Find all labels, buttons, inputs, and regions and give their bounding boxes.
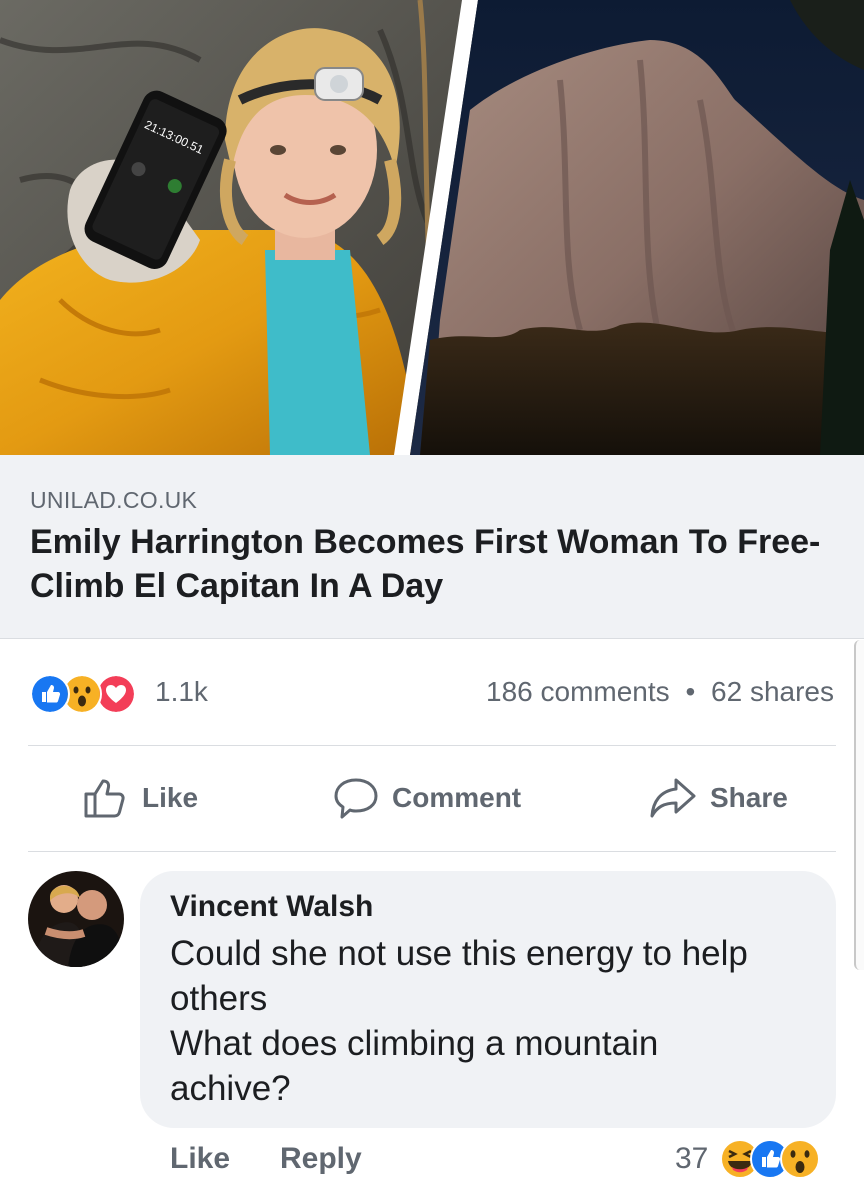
comment-button[interactable]: Comment: [332, 776, 521, 820]
comment-line: Could she not use this energy to help: [170, 934, 748, 973]
separator-dot: •: [685, 676, 696, 707]
wow-icon: [780, 1139, 820, 1179]
share-button-label: Share: [710, 782, 788, 813]
comment-bubble[interactable]: Vincent Walsh Could she not use this ene…: [140, 871, 836, 1128]
share-button[interactable]: Share: [648, 776, 788, 820]
comment-reply-button[interactable]: Reply: [280, 1142, 362, 1176]
like-button[interactable]: Like: [82, 776, 198, 820]
comment-share-counts: 186 comments • 62 shares: [486, 676, 834, 708]
comment-line: What does climbing a mountain: [170, 1024, 659, 1063]
climber-photo: 21:13:00.51: [0, 0, 470, 455]
reaction-count[interactable]: 1.1k: [155, 676, 208, 708]
avatar[interactable]: [28, 871, 124, 967]
el-capitan-photo: [410, 0, 864, 455]
comment-author[interactable]: Vincent Walsh: [170, 889, 806, 925]
comments-count-link[interactable]: 186 comments: [486, 676, 670, 707]
comment-line: others: [170, 979, 268, 1018]
comment-text: Could she not use this energy to help ot…: [170, 931, 806, 1111]
comment-line: achive?: [170, 1069, 291, 1108]
link-headline[interactable]: Emily Harrington Becomes First Woman To …: [30, 520, 830, 608]
scrollbar[interactable]: [854, 640, 864, 970]
comment-button-label: Comment: [392, 782, 522, 813]
comment-bubble-icon: [334, 778, 378, 819]
divider: [28, 745, 836, 746]
comment-reaction-count[interactable]: 37: [675, 1142, 708, 1176]
thumbs-up-icon: [84, 779, 125, 818]
link-preview-image[interactable]: 21:13:00.51: [0, 0, 864, 455]
like-button-label: Like: [142, 782, 199, 813]
comment-like-button[interactable]: Like: [170, 1142, 230, 1176]
shares-count-link[interactable]: 62 shares: [711, 676, 834, 707]
share-arrow-icon: [650, 778, 696, 818]
like-icon: [30, 674, 70, 714]
love-icon: [96, 674, 136, 714]
link-domain: UNILAD.CO.UK: [30, 487, 198, 513]
comment-reaction-icons[interactable]: [720, 1137, 840, 1181]
reaction-summary: 1.1k 186 comments • 62 shares: [0, 660, 864, 724]
divider: [28, 851, 836, 852]
